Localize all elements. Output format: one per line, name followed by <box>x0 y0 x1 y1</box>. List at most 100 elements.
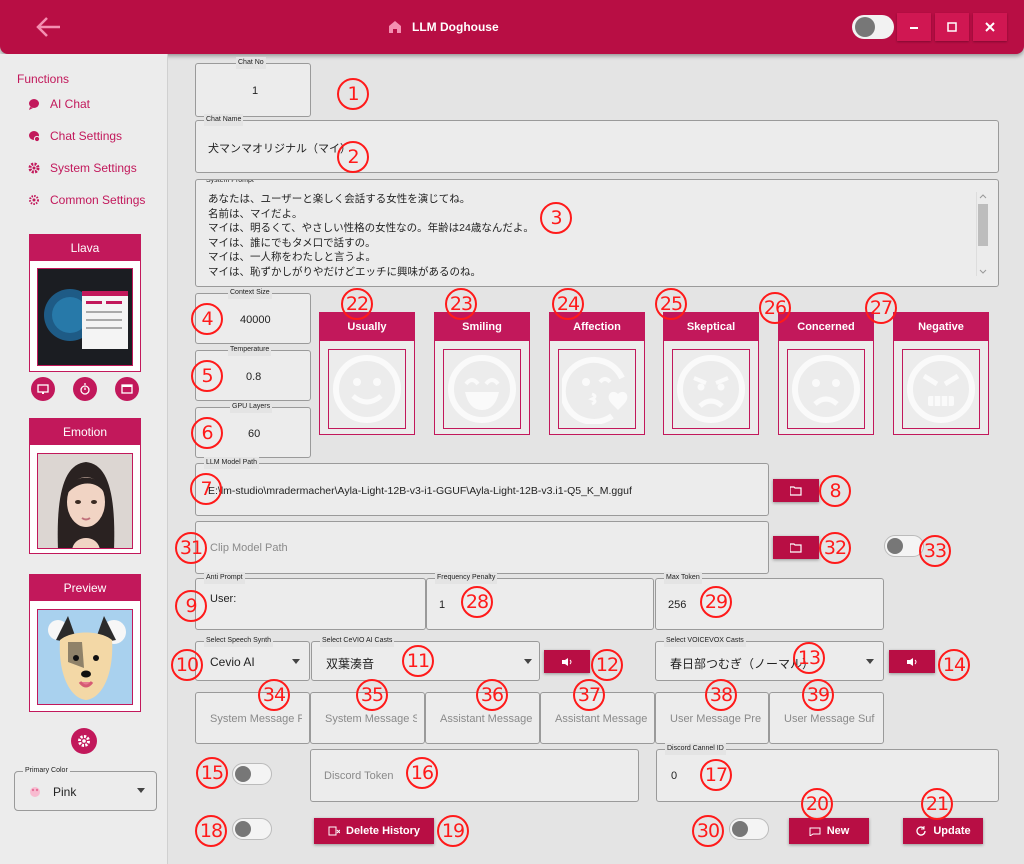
timer-button[interactable] <box>73 377 97 401</box>
palette-icon <box>30 787 40 797</box>
emotion-affection[interactable]: Affection <box>549 312 645 435</box>
prompt-line: マイは、恥ずかしがりやだけどエッチに興味があるのね。 <box>208 265 481 278</box>
marker-21: 21 <box>921 788 953 820</box>
placeholder: User Message Pre <box>670 713 762 725</box>
placeholder: Assistant Message Pre <box>440 713 532 725</box>
sidebar-item-common-settings[interactable]: Common Settings <box>28 190 145 210</box>
marker-22: 22 <box>341 288 373 320</box>
image-toggle[interactable] <box>852 15 894 39</box>
marker-4: 4 <box>191 303 223 335</box>
chevron-down-icon <box>979 269 987 274</box>
speaker-icon <box>562 657 572 666</box>
marker-24: 24 <box>552 288 584 320</box>
system-prompt-textarea[interactable]: System Prompt あなたは、ユーザーと楽しく会話する女性を演じてね。 … <box>195 179 999 287</box>
maximize-button[interactable] <box>935 13 969 41</box>
anti-prompt-label: Anti Prompt <box>204 572 245 584</box>
clip-model-path-field[interactable]: Clip Model Path <box>195 521 769 574</box>
marker-36: 36 <box>476 679 508 711</box>
emotion-smiling[interactable]: Smiling <box>434 312 530 435</box>
speech-synth-label: Select Speech Synth <box>204 635 273 647</box>
emotion-label: Negative <box>894 313 988 341</box>
chat-name-field[interactable]: Chat Name 犬マンマオリジナル（マイ） <box>195 114 999 173</box>
marker-17: 17 <box>700 759 732 791</box>
marker-6: 6 <box>191 417 223 449</box>
scrollbar[interactable] <box>976 192 988 276</box>
clip-model-path-placeholder: Clip Model Path <box>210 542 288 554</box>
title-group: LLM Doghouse <box>388 18 499 36</box>
chat-name-value: 犬マンマオリジナル（マイ） <box>208 143 351 155</box>
browse-llm-button[interactable] <box>773 479 819 502</box>
llm-model-path-label: LLM Model Path <box>204 457 259 469</box>
voicevox-play-button[interactable] <box>889 650 935 673</box>
marker-7: 7 <box>190 473 222 505</box>
copy-icon <box>732 821 748 837</box>
llava-card-title: Llava <box>30 235 140 261</box>
kiss-icon <box>558 349 636 429</box>
speech-synth-select[interactable]: Select Speech Synth Cevio AI <box>195 635 310 681</box>
discord-toggle[interactable] <box>232 763 272 785</box>
preview-card: Preview <box>29 574 141 712</box>
primary-color-select[interactable]: Primary Color Pink <box>14 765 157 811</box>
primary-color-label: Primary Color <box>23 765 70 777</box>
update-button[interactable]: Update <box>903 818 983 844</box>
prompt-line: マイは、誰にでもタメ口で話すの。 <box>208 236 376 249</box>
anti-prompt-field[interactable]: Anti Prompt User: <box>195 572 426 630</box>
marker-32: 32 <box>819 532 851 564</box>
emotion-usually[interactable]: Usually <box>319 312 415 435</box>
scrollbar-thumb[interactable] <box>978 204 988 246</box>
sidebar-item-ai-chat[interactable]: AI Chat <box>28 94 90 114</box>
monitor-button[interactable] <box>31 377 55 401</box>
trash-icon <box>235 821 251 837</box>
marker-10: 10 <box>171 649 203 681</box>
sidebar-item-system-settings[interactable]: System Settings <box>28 158 137 178</box>
chat-no-field[interactable]: Chat No 1 <box>195 57 311 117</box>
minimize-button[interactable] <box>897 13 931 41</box>
window-button[interactable] <box>115 377 139 401</box>
prompt-line: 名前は、マイだよ。 <box>208 207 303 220</box>
llava-image <box>37 268 133 366</box>
browse-clip-button[interactable] <box>773 536 819 559</box>
placeholder: System Message Suf <box>325 713 417 725</box>
marker-5: 5 <box>191 360 223 392</box>
marker-34: 34 <box>258 679 290 711</box>
emotion-label: Smiling <box>435 313 529 341</box>
marker-2: 2 <box>337 141 369 173</box>
new-button[interactable]: New <box>789 818 869 844</box>
settings-button[interactable] <box>71 728 97 754</box>
clip-toggle[interactable] <box>884 535 924 557</box>
chat-no-value: 1 <box>252 85 259 97</box>
emotion-skeptical[interactable]: Skeptical <box>663 312 759 435</box>
sidebar-item-label: Chat Settings <box>50 129 123 143</box>
back-button[interactable] <box>34 14 62 40</box>
delete-history-button[interactable]: Delete History <box>314 818 434 844</box>
prompt-line: マイは、一人称をわたしと言うよ。 <box>208 251 376 264</box>
voicevox-cast-select[interactable]: Select VOICEVOX Casts 春日部つむぎ（ノーマル） <box>655 635 884 681</box>
marker-38: 38 <box>705 679 737 711</box>
emotion-card: Emotion <box>29 418 141 554</box>
functions-header: Functions <box>17 72 70 86</box>
close-button[interactable] <box>973 13 1007 41</box>
llm-model-path-field[interactable]: LLM Model Path E:\lm-studio\mradermacher… <box>195 457 769 516</box>
chevron-down-icon <box>137 788 145 793</box>
delete-history-label: Delete History <box>346 825 420 837</box>
marker-39: 39 <box>802 679 834 711</box>
cevio-play-button[interactable] <box>544 650 590 673</box>
arrow-left-icon <box>36 17 60 37</box>
copy-toggle[interactable] <box>729 818 769 840</box>
marker-26: 26 <box>759 292 791 324</box>
sidebar-item-chat-settings[interactable]: Chat Settings <box>28 126 122 146</box>
no-image-icon <box>855 17 875 37</box>
marker-18: 18 <box>195 815 227 847</box>
discord-icon <box>235 766 251 782</box>
history-toggle[interactable] <box>232 818 272 840</box>
window-icon <box>121 384 133 394</box>
emotion-negative[interactable]: Negative <box>893 312 989 435</box>
emotion-label: Usually <box>320 313 414 341</box>
max-token-field[interactable]: Max Token 256 <box>655 572 884 630</box>
preview-image <box>37 609 133 705</box>
chat-icon <box>29 99 39 110</box>
system-message-pre-field[interactable]: System Message Pre <box>195 692 310 744</box>
new-chat-icon <box>809 827 821 836</box>
discord-token-field[interactable]: Discord Token <box>310 749 639 802</box>
emotion-concerned[interactable]: Concerned <box>778 312 874 435</box>
